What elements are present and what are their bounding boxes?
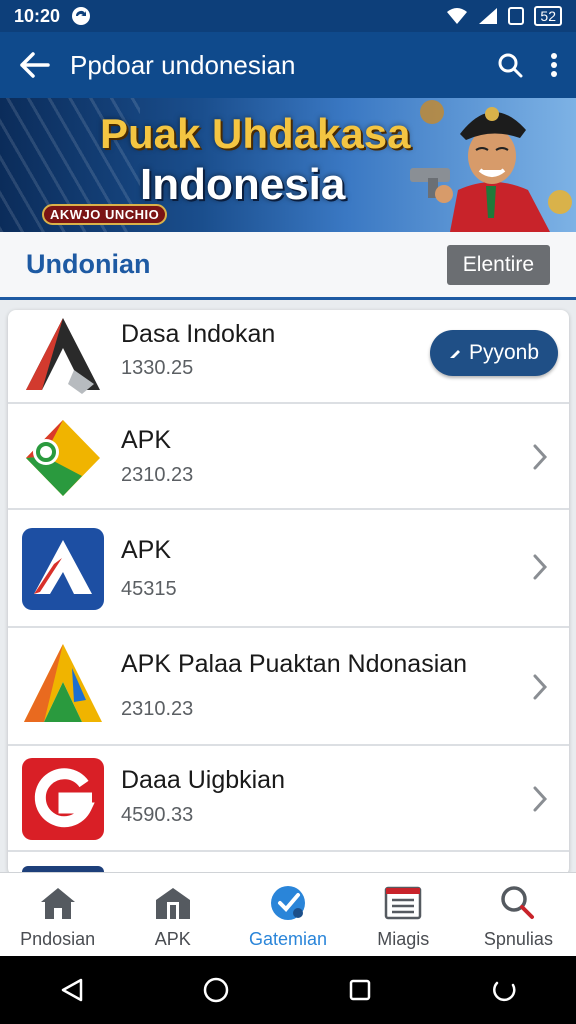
chevron-right-icon <box>533 786 548 812</box>
pencil-icon <box>449 350 460 358</box>
back-button[interactable] <box>0 32 70 98</box>
dual-sim-icon <box>508 7 525 25</box>
list-item[interactable]: Dasa Indokan 1330.25 Pyyonb <box>8 310 569 404</box>
page-title: Ppdoar undonesian <box>70 49 296 80</box>
banner-subheadline: Indonesia <box>140 160 346 209</box>
list-item-value: 2310.23 <box>121 464 194 486</box>
more-options-button[interactable] <box>532 32 576 98</box>
badge-label: AKWJO UNCHIO <box>42 204 168 225</box>
nav-item-home[interactable]: Pndosian <box>0 873 115 956</box>
nav-label: Spnulias <box>483 929 553 949</box>
news-icon <box>384 886 422 920</box>
square-recents-icon <box>349 979 371 1001</box>
list-item-value: 45315 <box>121 578 177 600</box>
triangle-back-icon <box>61 978 83 1002</box>
promo-banner[interactable]: Puak Uhdakasa Indonesia AKWJO UNCHIO <box>0 98 576 232</box>
list-item-value: 1330.25 <box>121 357 194 379</box>
chevron-right-icon <box>533 554 548 580</box>
list-item-value: 2310.23 <box>121 698 194 720</box>
bottom-navigation: Pndosian APK Gatemian Miagis Spnulias <box>0 872 576 956</box>
list-item-name: APK <box>121 536 172 564</box>
chevron-right-icon <box>533 444 548 470</box>
list-item[interactable]: APK 45315 <box>8 510 569 628</box>
app-bar: Ppdoar undonesian <box>0 32 576 98</box>
arrow-left-icon <box>20 52 50 78</box>
primary-action-label: Pyyonb <box>468 341 540 364</box>
section-title: Undonian <box>26 249 151 279</box>
home-icon <box>40 888 75 919</box>
status-time: 10:20 <box>14 5 61 26</box>
list-item-name: Dasa Indokan <box>121 320 276 348</box>
system-back-button[interactable] <box>52 970 92 1010</box>
list-item-name: APK Palaa Puaktan Ndonasian <box>121 650 468 678</box>
system-recents-button[interactable] <box>340 970 380 1010</box>
nav-label: APK <box>154 929 191 949</box>
app-list: Dasa Indokan 1330.25 Pyyonb APK 2310.23 … <box>8 310 569 876</box>
nav-label: Pndosian <box>20 929 96 949</box>
chevron-right-icon <box>533 674 548 700</box>
list-item-value: 4590.33 <box>121 804 194 826</box>
g-logo-red-icon <box>22 758 104 840</box>
more-vert-icon <box>551 53 557 77</box>
list-item-name: Daaa Uigbkian <box>121 766 285 794</box>
list-item[interactable]: Daaa Uigbkian 4590.33 <box>8 746 569 852</box>
search-button[interactable] <box>488 32 532 98</box>
section-action-button[interactable]: Elentire <box>446 244 550 285</box>
nav-item-news[interactable]: Miagis <box>346 873 461 956</box>
search-icon <box>498 53 523 78</box>
nav-item-search[interactable]: Spnulias <box>461 873 576 956</box>
status-bar: 10:20 52 <box>0 0 576 32</box>
system-home-button[interactable] <box>196 970 236 1010</box>
officer-illustration-icon <box>410 100 572 232</box>
list-item[interactable]: APK 2310.23 <box>8 404 569 510</box>
list-item[interactable]: APK Palaa Puaktan Ndonasian 2310.23 <box>8 628 569 746</box>
list-item-name: APK <box>121 426 172 454</box>
a-logo-tricolor-icon <box>26 420 100 496</box>
sync-icon <box>72 7 91 25</box>
a-logo-colorful-icon <box>24 644 102 722</box>
section-header: Undonian Elentire <box>0 232 576 300</box>
battery-indicator: 52 <box>534 6 562 26</box>
signal-icon <box>479 8 498 24</box>
nav-item-gatemian[interactable]: Gatemian <box>230 873 345 956</box>
nav-label: Miagis <box>377 929 430 949</box>
gate-icon <box>271 886 305 920</box>
system-assist-button[interactable] <box>484 970 524 1010</box>
primary-action-button[interactable]: Pyyonb <box>430 330 558 376</box>
banner-headline: Puak Uhdakasa <box>100 110 411 157</box>
a-logo-blue-icon <box>22 528 104 610</box>
circle-home-icon <box>203 977 229 1003</box>
assist-icon <box>493 981 516 1002</box>
a-logo-dark-icon <box>26 318 100 394</box>
search-icon <box>501 886 535 919</box>
system-navigation-bar <box>0 956 576 1024</box>
wifi-icon <box>447 8 468 24</box>
nav-item-apk[interactable]: APK <box>115 873 230 956</box>
nav-label: Gatemian <box>248 929 328 949</box>
store-icon <box>155 888 190 919</box>
